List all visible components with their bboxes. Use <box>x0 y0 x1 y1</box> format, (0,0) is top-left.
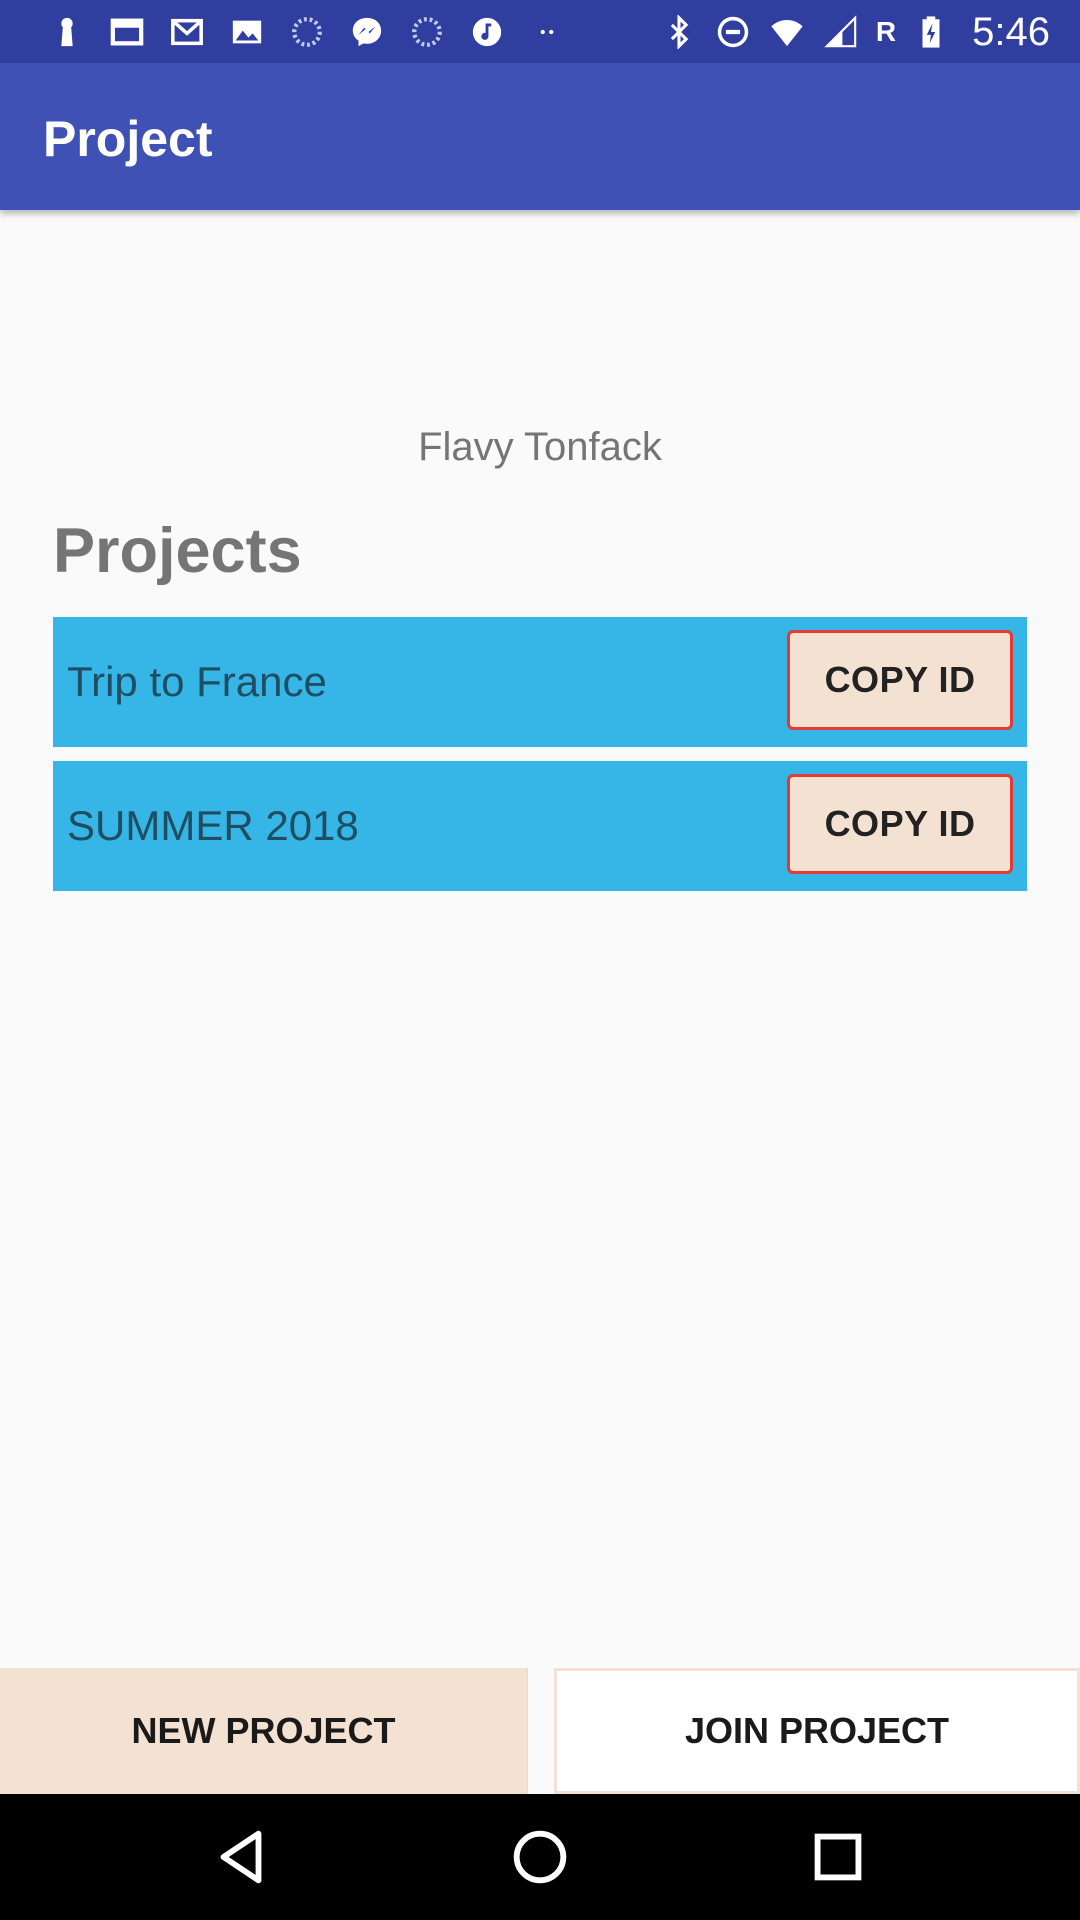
page-title: Project <box>43 111 213 167</box>
notification-icons <box>48 10 566 54</box>
project-row[interactable]: SUMMER 2018 COPY ID <box>53 761 1027 891</box>
copy-id-button[interactable]: COPY ID <box>787 630 1013 730</box>
wifi-icon <box>768 13 806 51</box>
join-project-button[interactable]: JOIN PROJECT <box>554 1668 1080 1794</box>
more-dots-icon <box>528 13 566 51</box>
bluetooth-icon <box>660 13 698 51</box>
image-icon <box>228 13 266 51</box>
project-row[interactable]: Trip to France COPY ID <box>53 617 1027 747</box>
system-icons: R 5:46 <box>660 10 1050 54</box>
loading-icon <box>288 13 326 51</box>
new-project-button[interactable]: NEW PROJECT <box>0 1668 528 1794</box>
navigation-bar <box>0 1794 1080 1920</box>
project-name: SUMMER 2018 <box>67 802 359 849</box>
signal-icon <box>822 13 860 51</box>
projects-heading: Projects <box>53 516 302 586</box>
app-bar: Project <box>0 63 1080 210</box>
home-icon[interactable] <box>505 1822 575 1892</box>
recents-icon[interactable] <box>803 1822 873 1892</box>
user-name: Flavy Tonfack <box>418 425 662 469</box>
messenger-icon <box>348 13 386 51</box>
roaming-indicator: R <box>875 16 897 47</box>
clock: 5:46 <box>972 9 1050 54</box>
back-icon[interactable] <box>206 1822 276 1892</box>
do-not-disturb-icon <box>714 13 752 51</box>
music-icon <box>468 13 506 51</box>
gmail-icon <box>168 13 206 51</box>
window-icon <box>108 13 146 51</box>
copy-id-button[interactable]: COPY ID <box>787 774 1013 874</box>
status-bar: R 5:46 <box>0 0 1080 63</box>
loading-icon <box>408 13 446 51</box>
battery-charging-icon <box>912 13 950 51</box>
project-name: Trip to France <box>67 658 327 705</box>
keyhole-icon <box>48 13 86 51</box>
